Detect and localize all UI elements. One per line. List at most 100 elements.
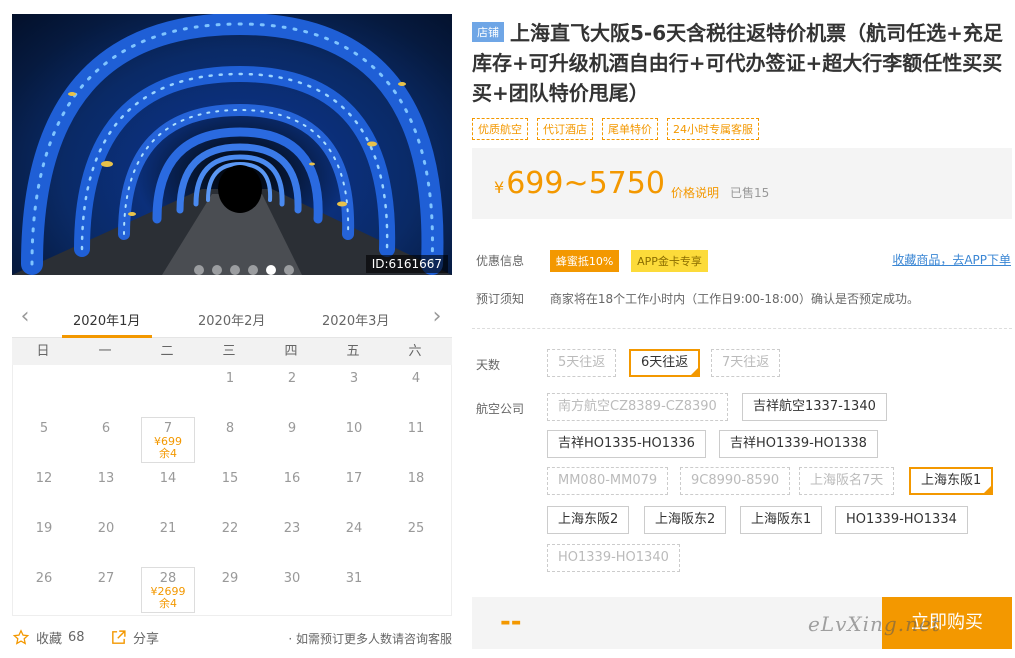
month-tab-mar[interactable]: 2020年3月 <box>322 310 389 329</box>
calendar-day: 2 <box>261 365 323 415</box>
feature-tag: 尾单特价 <box>602 118 658 140</box>
share-icon <box>112 630 126 644</box>
day-number: 26 <box>35 571 53 586</box>
price-value: 699~5750 <box>506 166 665 201</box>
chevron-left-icon[interactable]: ‹ <box>16 306 34 328</box>
carousel-dot[interactable] <box>194 265 204 275</box>
honey-discount-badge: 蜂蜜抵10% <box>549 250 620 272</box>
product-actions: 收藏 68 分享 · 如需预订更多人数请咨询客服 <box>12 628 452 650</box>
calendar-day: 12 <box>13 465 75 515</box>
day-option[interactable]: 6天往返 <box>629 349 701 377</box>
calendar-day: 11 <box>385 415 447 465</box>
calendar-day: 4 <box>385 365 447 415</box>
calendar-day: 6 <box>75 415 137 465</box>
section-divider <box>472 328 1012 329</box>
share-label: 分享 <box>133 632 160 647</box>
carousel-dot[interactable] <box>230 265 240 275</box>
airline-option[interactable]: 上海东阪2 <box>547 506 630 534</box>
calendar-day: 3 <box>323 365 385 415</box>
chevron-right-icon[interactable]: › <box>428 306 446 328</box>
promo-row: 优惠信息 蜂蜜抵10% APP金卡专享 <box>476 250 708 272</box>
day-number: 1 <box>225 371 235 386</box>
day-remaining: 余4 <box>159 447 177 460</box>
day-number: 2 <box>287 371 297 386</box>
app-gold-card-badge: APP金卡专享 <box>631 250 708 272</box>
weekday-label: 五 <box>346 344 360 359</box>
airline-option[interactable]: 上海东阪1 <box>909 467 994 495</box>
favorite-count: 68 <box>68 630 85 645</box>
calendar-day-available[interactable]: 7 ¥699 余4 <box>141 417 195 463</box>
airline-option[interactable]: 上海阪东1 <box>740 506 823 534</box>
favorite-app-link[interactable]: 收藏商品，去APP下单 <box>892 251 1011 268</box>
day-number: 18 <box>407 471 425 486</box>
weekday-header: 日一二三四五六 <box>12 338 452 365</box>
calendar-day: 26 <box>13 565 75 615</box>
carousel-dot[interactable] <box>212 265 222 275</box>
carousel-dot[interactable] <box>284 265 294 275</box>
airline-option[interactable]: HO1339-HO1334 <box>835 506 968 534</box>
airline-option[interactable]: 上海阪东2 <box>644 506 727 534</box>
day-number: 19 <box>35 521 53 536</box>
calendar-day: 18 <box>385 465 447 515</box>
carousel-dots[interactable] <box>194 265 294 275</box>
day-number: 8 <box>225 421 235 436</box>
shop-tag: 店铺 <box>472 22 504 42</box>
airline-option: 上海阪名7天 <box>799 467 895 495</box>
calendar-day: 19 <box>13 515 75 565</box>
calendar-day: 29 <box>199 565 261 615</box>
share-button[interactable]: 分享 <box>110 628 159 647</box>
calendar-day: 20 <box>75 515 137 565</box>
price-explanation-link[interactable]: 价格说明 <box>671 184 719 201</box>
day-number: 7 <box>163 421 173 436</box>
day-number: 29 <box>221 571 239 586</box>
calendar-day: 16 <box>261 465 323 515</box>
watermark: eLvXing.net <box>808 612 941 636</box>
favorite-button[interactable]: 收藏 68 <box>12 628 85 647</box>
calendar-day: 24 <box>323 515 385 565</box>
airline-option[interactable]: 吉祥HO1339-HO1338 <box>719 430 878 458</box>
date-calendar: ‹ 2020年1月 2020年2月 2020年3月 › 日一二三四五六 1234… <box>12 300 452 616</box>
day-number: 15 <box>221 471 239 486</box>
month-tab-feb[interactable]: 2020年2月 <box>198 310 265 329</box>
calendar-day: 13 <box>75 465 137 515</box>
calendar-day: 27 <box>75 565 137 615</box>
notice-label: 预订须知 <box>476 292 525 306</box>
feature-tag: 代订酒店 <box>537 118 593 140</box>
day-number: 13 <box>97 471 115 486</box>
calendar-day: 25 <box>385 515 447 565</box>
day-option: 7天往返 <box>711 349 781 377</box>
weekday-label: 一 <box>98 344 112 359</box>
product-hero-image[interactable]: ID:6161667 <box>12 14 452 275</box>
airline-option: HO1339-HO1340 <box>547 544 680 572</box>
calendar-day-available[interactable]: 28 ¥2699 余4 <box>141 567 195 613</box>
calendar-day: 8 <box>199 415 261 465</box>
day-number: 31 <box>345 571 363 586</box>
feature-tag: 24小时专属客服 <box>667 118 759 140</box>
day-number: 11 <box>407 421 425 436</box>
day-number: 6 <box>101 421 111 436</box>
carousel-dot[interactable] <box>266 265 276 275</box>
image-id-badge: ID:6161667 <box>365 255 448 273</box>
airline-option[interactable]: 吉祥航空1337-1340 <box>742 393 887 421</box>
days-label: 天数 <box>476 358 501 372</box>
day-remaining: 余4 <box>159 597 177 610</box>
airline-option[interactable]: 吉祥HO1335-HO1336 <box>547 430 706 458</box>
month-tab-jan[interactable]: 2020年1月 <box>73 310 140 329</box>
day-number: 14 <box>159 471 177 486</box>
calendar-day <box>137 365 199 415</box>
product-title: 上海直飞大阪5-6天含税往返特价机票（航司任选+充足库存+可升级机酒自由行+可代… <box>472 21 1003 105</box>
day-number: 22 <box>221 521 239 536</box>
calendar-day: 9 <box>261 415 323 465</box>
weekday-label: 三 <box>222 344 236 359</box>
day-number: 28 <box>159 571 177 586</box>
product-title-block: 店铺 上海直飞大阪5-6天含税往返特价机票（航司任选+充足库存+可升级机酒自由行+… <box>472 18 1012 108</box>
calendar-day: 31 <box>323 565 385 615</box>
calendar-grid: 1 2 3 4 5 6 7 ¥699 余4 8 9 10 11 12 13 14 15 16 17 18 19 20 21 2… <box>12 365 452 616</box>
calendar-day: 30 <box>261 565 323 615</box>
carousel-dot[interactable] <box>248 265 258 275</box>
weekday-label: 日 <box>36 344 50 359</box>
calendar-day: 22 <box>199 515 261 565</box>
aquarium-tunnel-photo <box>12 14 452 275</box>
calendar-day: 10 <box>323 415 385 465</box>
day-number: 27 <box>97 571 115 586</box>
